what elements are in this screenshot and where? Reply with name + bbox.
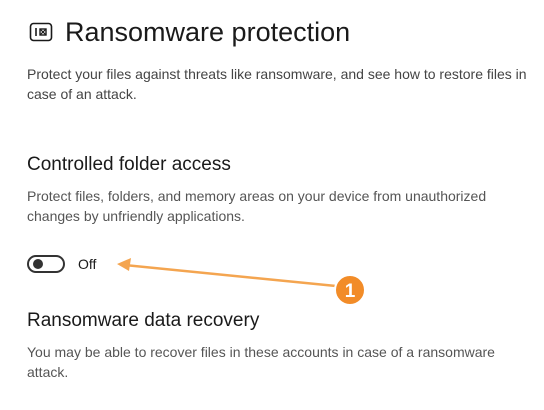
controlled-folder-access-toggle-row: Off xyxy=(27,255,96,273)
data-recovery-title: Ransomware data recovery xyxy=(27,310,260,331)
annotation-number: 1 xyxy=(345,281,356,302)
annotation-arrow xyxy=(117,258,338,288)
ransomware-shield-icon xyxy=(27,18,55,46)
page-header: Ransomware protection xyxy=(27,14,350,50)
page-description: Protect your files against threats like … xyxy=(27,66,527,102)
data-recovery-description: You may be able to recover files in thes… xyxy=(27,344,495,380)
toggle-knob xyxy=(33,259,43,269)
controlled-folder-access-toggle[interactable] xyxy=(27,255,65,273)
toggle-state-label: Off xyxy=(78,256,97,272)
controlled-folder-access-description: Protect files, folders, and memory areas… xyxy=(27,188,487,224)
annotation-badge: 1 xyxy=(334,274,366,306)
page-title: Ransomware protection xyxy=(65,17,351,47)
controlled-folder-access-title: Controlled folder access xyxy=(27,154,231,175)
